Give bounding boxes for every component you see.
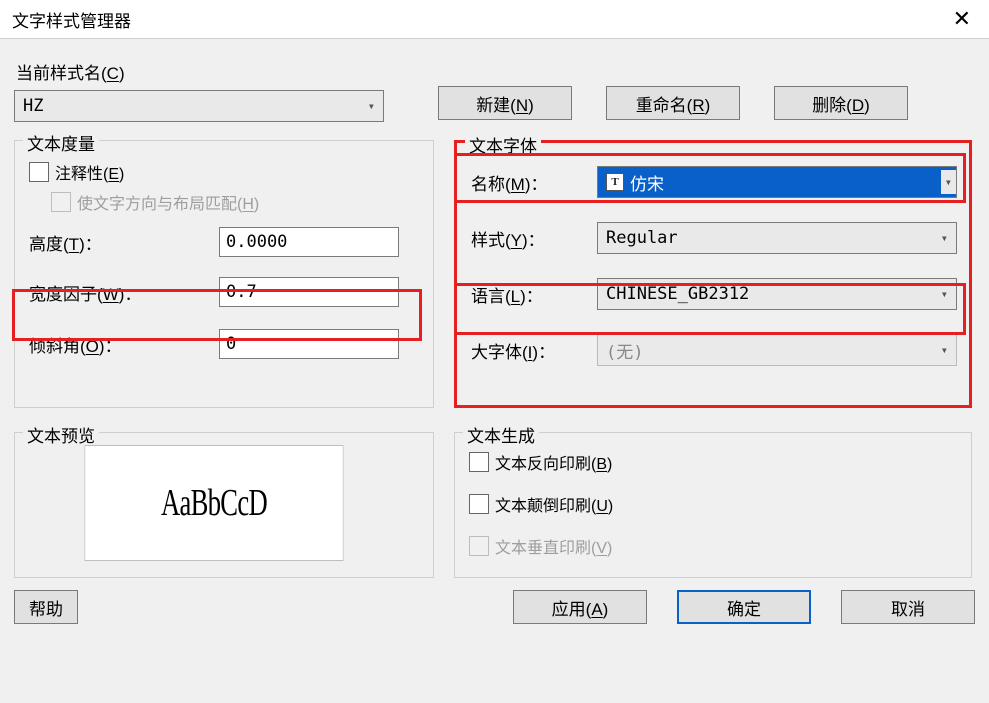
- text-measure-legend: 文本度量: [23, 130, 99, 155]
- chevron-down-icon: ▾: [941, 170, 956, 194]
- chevron-down-icon: ▾: [941, 231, 948, 245]
- delete-button[interactable]: 删除(D): [774, 86, 908, 120]
- truetype-icon: T: [606, 173, 624, 191]
- current-style-label: 当前样式名(C): [16, 59, 414, 84]
- cancel-button[interactable]: 取消: [841, 590, 975, 624]
- font-style-combo[interactable]: Regular ▾: [597, 222, 957, 254]
- new-button[interactable]: 新建(N): [438, 86, 572, 120]
- close-icon[interactable]: ✕: [947, 6, 977, 32]
- text-font-legend: 文本字体: [465, 132, 541, 157]
- match-orientation-checkbox: [51, 192, 71, 212]
- rename-button[interactable]: 重命名(R): [606, 86, 740, 120]
- font-style-label: 样式(Y)：: [471, 226, 597, 251]
- font-name-value: 仿宋: [630, 170, 941, 195]
- width-factor-label: 宽度因子(W)：: [29, 280, 219, 305]
- chevron-down-icon: ▾: [941, 343, 948, 357]
- ok-button[interactable]: 确定: [677, 590, 811, 624]
- font-name-label: 名称(M)：: [471, 170, 597, 195]
- current-style-value: HZ: [23, 96, 43, 116]
- backwards-label: 文本反向印刷(B): [495, 450, 612, 474]
- text-preview-legend: 文本预览: [23, 422, 99, 447]
- chevron-down-icon: ▾: [941, 287, 948, 301]
- window-title: 文字样式管理器: [12, 7, 131, 32]
- text-effects-group: 文本生成 文本反向印刷(B) 文本颠倒印刷(U) 文本垂直印刷(V): [454, 432, 972, 578]
- bigfont-combo: (无) ▾: [597, 334, 957, 366]
- height-label: 高度(T)：: [29, 230, 219, 255]
- text-effects-legend: 文本生成: [463, 422, 539, 447]
- titlebar: 文字样式管理器 ✕: [0, 0, 989, 38]
- width-factor-input[interactable]: [219, 277, 399, 307]
- apply-button[interactable]: 应用(A): [513, 590, 647, 624]
- text-preview-group: 文本预览 AaBbCcD: [14, 432, 434, 578]
- match-orientation-label: 使文字方向与布局匹配(H): [77, 190, 259, 214]
- backwards-checkbox[interactable]: [469, 452, 489, 472]
- chevron-down-icon: ▾: [368, 99, 375, 113]
- text-measure-group: 文本度量 注释性(E) 使文字方向与布局匹配(H) 高度(T)： 宽度因子(W)…: [14, 140, 434, 408]
- bigfont-label: 大字体(I)：: [471, 338, 597, 363]
- upsidedown-label: 文本颠倒印刷(U): [495, 492, 613, 516]
- vertical-checkbox: [469, 536, 489, 556]
- text-font-group: 文本字体 名称(M)： T 仿宋 ▾ 样式(Y)： Regular ▾: [454, 140, 972, 408]
- vertical-label: 文本垂直印刷(V): [495, 534, 612, 558]
- current-style-combo[interactable]: HZ ▾: [14, 90, 384, 122]
- font-name-combo[interactable]: T 仿宋 ▾: [597, 166, 957, 198]
- oblique-label: 倾斜角(O)：: [29, 332, 219, 357]
- font-lang-value: CHINESE_GB2312: [606, 284, 941, 304]
- oblique-input[interactable]: [219, 329, 399, 359]
- preview-sample: AaBbCcD: [85, 445, 344, 561]
- height-input[interactable]: [219, 227, 399, 257]
- font-style-value: Regular: [606, 228, 941, 248]
- annotative-label: 注释性(E): [55, 160, 124, 184]
- upsidedown-checkbox[interactable]: [469, 494, 489, 514]
- annotative-checkbox[interactable]: [29, 162, 49, 182]
- bigfont-value: (无): [606, 338, 941, 363]
- font-lang-combo[interactable]: CHINESE_GB2312 ▾: [597, 278, 957, 310]
- font-lang-label: 语言(L)：: [471, 282, 597, 307]
- help-button[interactable]: 帮助: [14, 590, 78, 624]
